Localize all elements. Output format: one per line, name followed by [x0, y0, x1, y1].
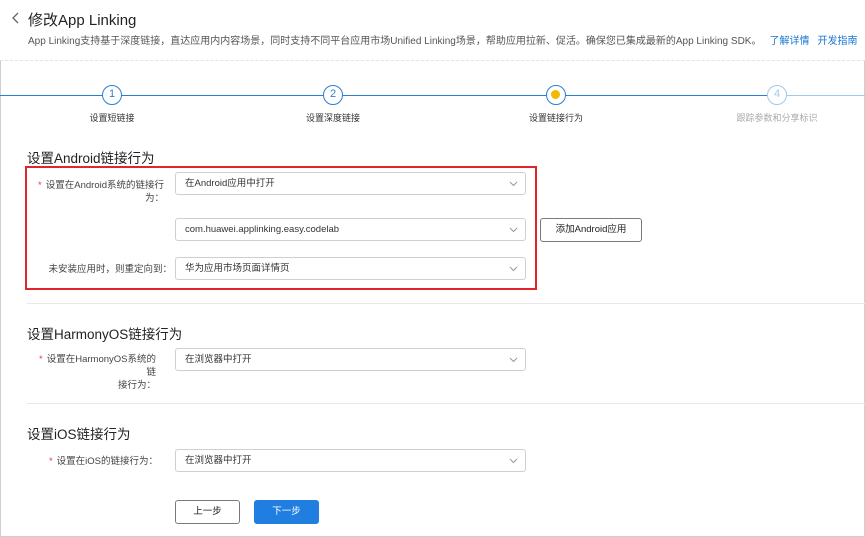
step-3-label: 设置链接行为	[528, 113, 583, 123]
harmony-behavior-label: * 设置在HarmonyOS系统的链 接行为：	[30, 353, 156, 392]
step-2-label: 设置深度链接	[305, 113, 360, 123]
android-redirect-select[interactable]: 华为应用市场页面详情页	[175, 257, 526, 280]
step-3-circle	[546, 85, 566, 105]
android-package-value: com.huawei.applinking.easy.codelab	[185, 224, 340, 235]
required-mark: *	[48, 456, 53, 467]
step-1: 1 设置短链接	[42, 85, 182, 124]
section-divider	[27, 303, 865, 304]
step-2-circle: 2	[323, 85, 343, 105]
android-behavior-value: 在Android应用中打开	[185, 178, 275, 189]
chevron-down-icon	[509, 266, 518, 272]
android-behavior-label: * 设置在Android系统的链接行为：	[30, 179, 164, 205]
required-mark: *	[38, 180, 42, 191]
chevron-down-icon	[509, 181, 518, 187]
step-4: 4 跟踪参数和分享标识	[707, 85, 847, 124]
step-3: 设置链接行为	[486, 85, 626, 124]
harmony-behavior-value: 在浏览器中打开	[185, 354, 252, 365]
android-redirect-label: 未安装应用时，则重定向到：	[30, 263, 172, 276]
progress-steps: 1 设置短链接 2 设置深度链接 设置链接行为 4 跟踪参数和分享标识	[0, 76, 865, 128]
android-package-select[interactable]: com.huawei.applinking.easy.codelab	[175, 218, 526, 241]
ios-section-title: 设置iOS链接行为	[27, 427, 131, 442]
add-android-app-button[interactable]: 添加Android应用	[540, 218, 642, 242]
step-1-label: 设置短链接	[89, 113, 135, 123]
section-divider	[27, 403, 865, 404]
required-mark: *	[39, 354, 43, 365]
next-step-button[interactable]: 下一步	[254, 500, 319, 524]
harmony-behavior-select[interactable]: 在浏览器中打开	[175, 348, 526, 371]
page-description: App Linking支持基于深度链接，直达应用内内容场景，同时支持不同平台应用…	[28, 32, 857, 47]
harmony-behavior-label-line1: 设置在HarmonyOS系统的链	[46, 354, 156, 378]
header-divider	[0, 60, 865, 61]
android-behavior-select[interactable]: 在Android应用中打开	[175, 172, 526, 195]
description-text: App Linking支持基于深度链接，直达应用内内容场景，同时支持不同平台应用…	[28, 36, 762, 47]
chevron-down-icon	[509, 458, 518, 464]
page-header: 修改App Linking App Linking支持基于深度链接，直达应用内内…	[0, 0, 865, 60]
back-chevron-icon[interactable]	[10, 10, 22, 26]
learn-more-link[interactable]: 了解详情	[769, 36, 809, 47]
ios-behavior-label: * 设置在iOS的链接行为：	[30, 455, 158, 468]
android-behavior-label-text: 设置在Android系统的链接行为：	[45, 180, 164, 204]
android-redirect-label-text: 未安装应用时，则重定向到：	[48, 264, 172, 275]
step-4-circle: 4	[767, 85, 787, 105]
chevron-down-icon	[509, 227, 518, 233]
ios-behavior-select[interactable]: 在浏览器中打开	[175, 449, 526, 472]
step-1-circle: 1	[102, 85, 122, 105]
android-section-title: 设置Android链接行为	[27, 151, 155, 166]
dev-guide-link[interactable]: 开发指南	[817, 36, 857, 47]
harmony-section-title: 设置HarmonyOS链接行为	[27, 327, 183, 342]
ios-behavior-value: 在浏览器中打开	[185, 455, 252, 466]
harmony-behavior-label-line2: 接行为：	[117, 380, 156, 391]
step-2: 2 设置深度链接	[263, 85, 403, 124]
chevron-down-icon	[509, 357, 518, 363]
current-step-dot-icon	[551, 90, 560, 99]
ios-behavior-label-text: 设置在iOS的链接行为：	[56, 456, 158, 467]
android-redirect-value: 华为应用市场页面详情页	[185, 263, 290, 274]
prev-step-button[interactable]: 上一步	[175, 500, 240, 524]
step-4-label: 跟踪参数和分享标识	[736, 113, 818, 123]
page-title: 修改App Linking	[28, 12, 137, 29]
